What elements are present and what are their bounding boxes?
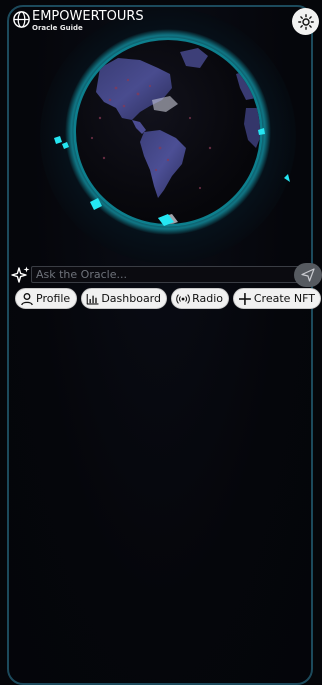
create-nft-label: Create NFT [253, 292, 315, 305]
send-icon [301, 268, 315, 282]
sun-icon [297, 13, 314, 30]
dashboard-label: Dashboard [101, 292, 161, 305]
brand-subtitle: Oracle Guide [32, 24, 83, 32]
broadcast-icon [176, 293, 190, 304]
sparkle-icon [11, 266, 30, 283]
quick-actions: Profile Dashboard Radio Create NFT [15, 288, 321, 310]
globe-visual[interactable] [40, 8, 296, 264]
ask-oracle-input[interactable] [31, 266, 301, 283]
plus-icon [238, 292, 251, 305]
radio-label: Radio [192, 292, 223, 305]
globe-icon [13, 11, 30, 28]
brand-title: EMPOWERTOURS [32, 9, 144, 24]
oracle-chat-bar [11, 263, 322, 287]
brand: EMPOWERTOURS Oracle Guide [12, 9, 144, 32]
user-icon [21, 292, 33, 305]
theme-toggle-button[interactable] [292, 8, 319, 35]
profile-button[interactable]: Profile [15, 288, 77, 309]
dashboard-button[interactable]: Dashboard [81, 288, 167, 309]
create-nft-button[interactable]: Create NFT [233, 288, 321, 309]
profile-label: Profile [36, 292, 71, 305]
bar-chart-icon [86, 293, 99, 305]
globe-graphic [54, 29, 290, 235]
send-button[interactable] [294, 263, 322, 287]
radio-button[interactable]: Radio [171, 288, 229, 309]
